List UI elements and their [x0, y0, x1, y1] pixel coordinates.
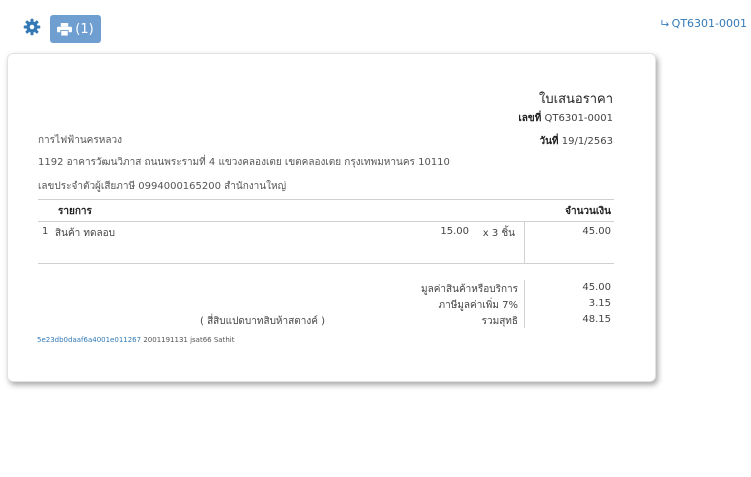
- row-quantity: x 3 ชิ้น: [482, 228, 515, 239]
- customer-tax-id: เลขประจำตัวผู้เสียภาษี 0994000165200 สำน…: [38, 181, 287, 192]
- footer-hash: 5e23db0daaf6a4001e011267: [37, 336, 142, 344]
- total-value: 48.15: [582, 314, 611, 325]
- document-date: วันที่ 19/1/2563: [539, 134, 613, 149]
- amount-column-divider: [524, 221, 525, 263]
- customer-name: การไฟฟ้านครหลวง: [38, 135, 122, 146]
- share-arrow-icon: [661, 19, 669, 27]
- printer-icon: [57, 22, 73, 36]
- total-label: รวมสุทธิ: [481, 316, 518, 327]
- document-link-label: QT6301-0001: [671, 17, 747, 30]
- document-footer: 5e23db0daaf6a4001e011267 2001191131 jsat…: [37, 336, 234, 344]
- subtotal-value: 45.00: [582, 282, 611, 293]
- vat-value: 3.15: [588, 298, 611, 309]
- gear-icon[interactable]: [23, 18, 41, 36]
- document-date-label: วันที่: [539, 136, 559, 147]
- row-number: 1: [42, 226, 49, 237]
- document-number-value: QT6301-0001: [544, 113, 614, 124]
- document-title: ใบเสนอราคา: [539, 92, 613, 107]
- quotation-paper: ใบเสนอราคา เลขที่ QT6301-0001 วันที่ 19/…: [7, 53, 656, 382]
- document-date-value: 19/1/2563: [561, 136, 613, 147]
- row-description: สินค้า ทดลอบ: [55, 228, 115, 239]
- document-number: เลขที่ QT6301-0001: [518, 111, 613, 126]
- subtotal-label: มูลค่าสินค้าหรือบริการ: [421, 284, 518, 295]
- footer-text: 2001191131 jsat66 Sathit: [143, 336, 235, 344]
- column-header-description: รายการ: [58, 206, 92, 217]
- row-amount: 45.00: [582, 226, 611, 237]
- row-price: 15.00: [440, 226, 469, 237]
- document-number-label: เลขที่: [518, 113, 542, 124]
- table-bottom-divider: [38, 263, 614, 264]
- print-count: (1): [75, 21, 94, 37]
- document-link[interactable]: QT6301-0001: [661, 17, 747, 30]
- amount-in-words: ( สี่สิบแปดบาทสิบห้าสตางค์ ): [200, 316, 325, 327]
- print-button[interactable]: (1): [50, 15, 101, 43]
- vat-label: ภาษีมูลค่าเพิ่ม 7%: [438, 300, 518, 311]
- customer-address: 1192 อาคารวัฒนวิภาส ถนนพระรามที่ 4 แขวงค…: [38, 157, 450, 168]
- table-header-divider: [38, 221, 614, 222]
- column-header-amount: จำนวนเงิน: [565, 206, 611, 217]
- table-top-divider: [38, 199, 614, 200]
- summary-column-divider: [524, 280, 525, 328]
